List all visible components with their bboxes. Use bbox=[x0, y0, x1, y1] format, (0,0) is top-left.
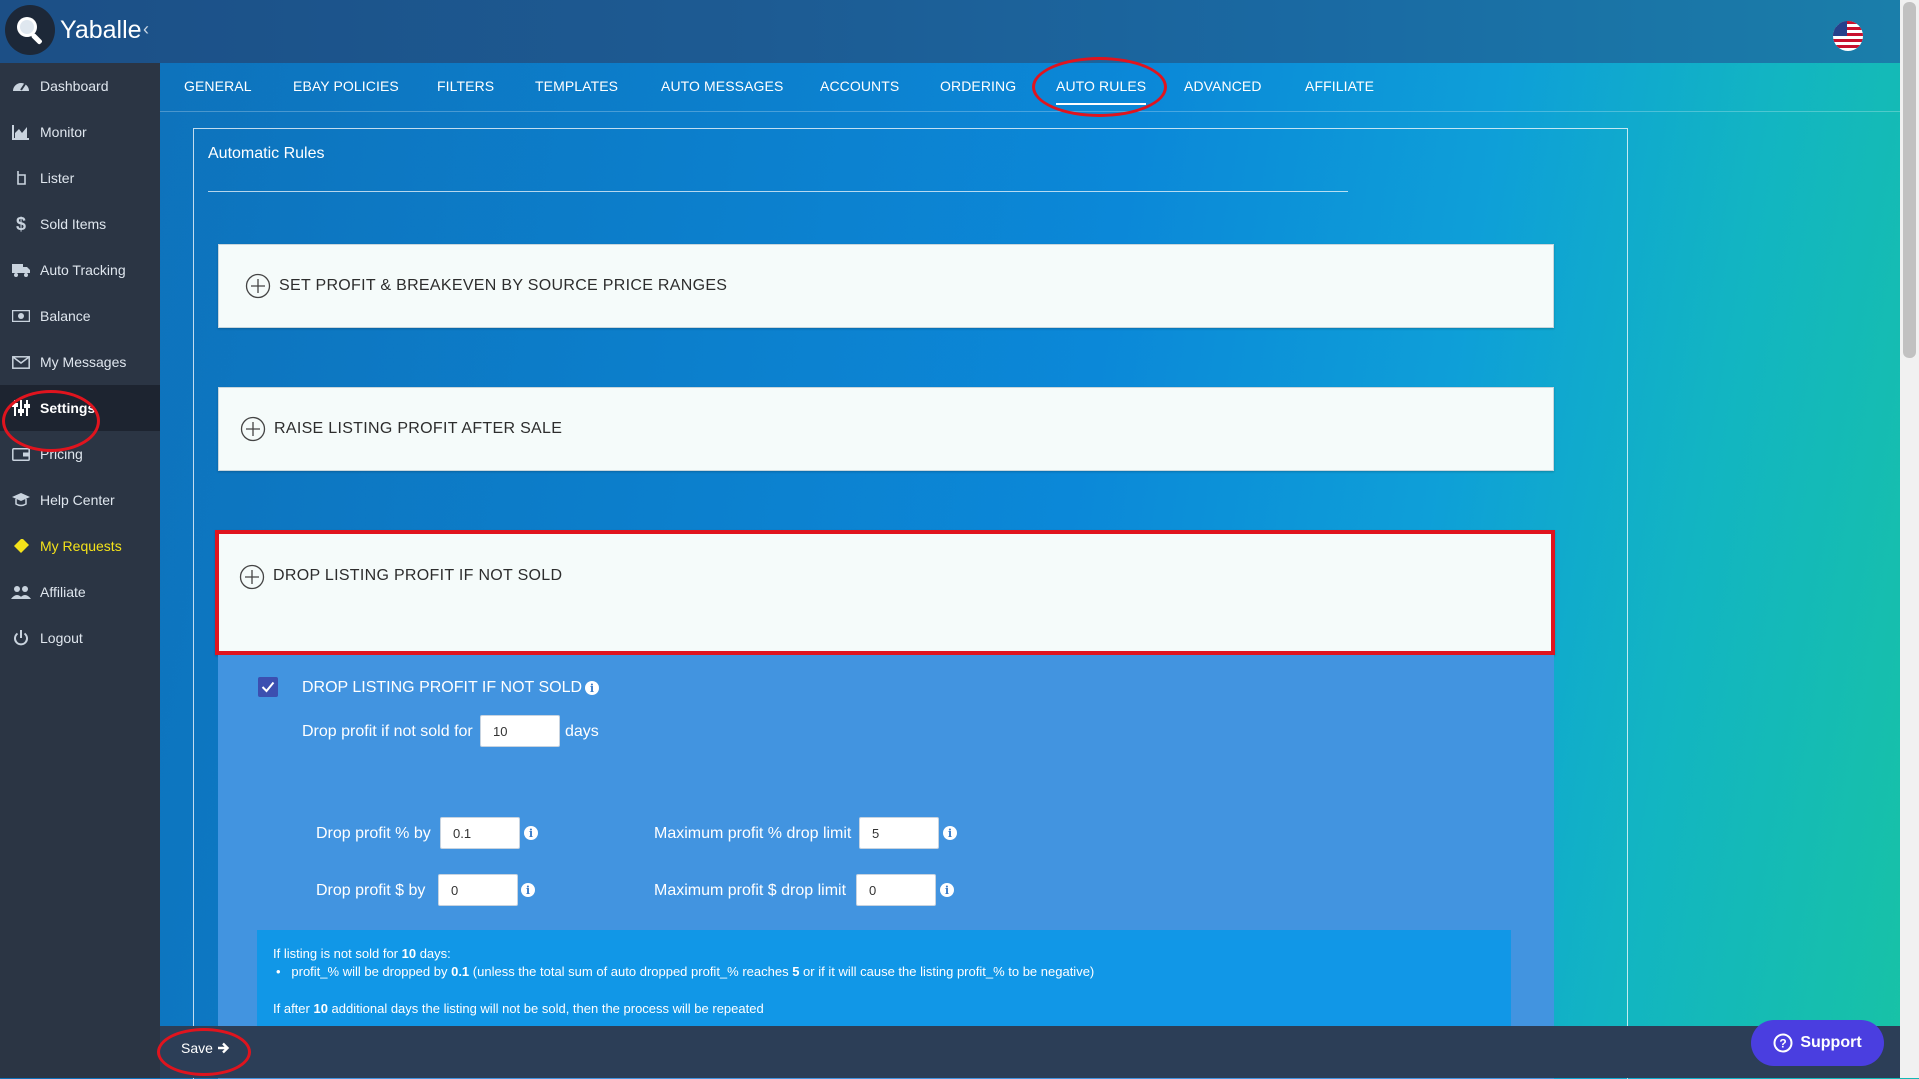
panel-title-underline bbox=[208, 191, 1348, 192]
tab-templates[interactable]: TEMPLATES bbox=[535, 78, 618, 94]
plus-circle-icon bbox=[240, 416, 266, 442]
max-pct-label: Maximum profit % drop limit bbox=[654, 825, 852, 842]
accordion-label: DROP LISTING PROFIT IF NOT SOLD bbox=[273, 567, 563, 584]
plus-circle-icon bbox=[245, 273, 271, 299]
plus-circle-icon bbox=[239, 564, 265, 590]
bottom-action-bar: Save bbox=[160, 1026, 1900, 1078]
sidebar-item-label: Monitor bbox=[40, 124, 87, 140]
wallet-icon bbox=[11, 447, 31, 461]
envelope-icon bbox=[11, 355, 31, 369]
svg-text:?: ? bbox=[1780, 1037, 1787, 1051]
drop-pct-label: Drop profit % by bbox=[316, 825, 431, 842]
days-input[interactable] bbox=[480, 715, 560, 747]
sidebar-item-label: Dashboard bbox=[40, 78, 109, 94]
info-icon[interactable]: i bbox=[940, 883, 954, 897]
tab-auto-messages[interactable]: AUTO MESSAGES bbox=[661, 78, 783, 94]
sidebar-item-label: Lister bbox=[40, 170, 75, 186]
sidebar-item-my-messages[interactable]: My Messages bbox=[0, 339, 160, 385]
sidebar-item-label: Sold Items bbox=[40, 216, 107, 232]
us-flag-icon[interactable] bbox=[1833, 21, 1863, 51]
max-usd-input[interactable] bbox=[856, 874, 936, 906]
sidebar-item-affiliate[interactable]: Affiliate bbox=[0, 569, 160, 615]
collapse-sidebar-icon[interactable]: ‹ bbox=[143, 19, 149, 40]
hand-pointer-icon bbox=[11, 170, 31, 186]
sidebar-item-my-requests[interactable]: My Requests bbox=[0, 523, 160, 569]
sidebar: Dashboard Monitor Lister $ Sold Items Au… bbox=[0, 63, 160, 1078]
sidebar-item-dashboard[interactable]: Dashboard bbox=[0, 63, 160, 109]
users-icon bbox=[11, 585, 31, 599]
accordion-drop-profit[interactable]: DROP LISTING PROFIT IF NOT SOLD bbox=[215, 530, 1555, 655]
tab-accounts[interactable]: ACCOUNTS bbox=[820, 78, 899, 94]
dollar-icon: $ bbox=[15, 213, 26, 234]
tab-ebay-policies[interactable]: EBAY POLICIES bbox=[293, 78, 399, 94]
tab-advanced[interactable]: ADVANCED bbox=[1184, 78, 1262, 94]
sidebar-item-help-center[interactable]: Help Center bbox=[0, 477, 160, 523]
page-scrollbar[interactable] bbox=[1900, 0, 1919, 1078]
tab-filters[interactable]: FILTERS bbox=[437, 78, 494, 94]
logo-icon bbox=[5, 5, 55, 55]
max-pct-input[interactable] bbox=[859, 817, 939, 849]
info-icon[interactable]: i bbox=[943, 826, 957, 840]
sidebar-item-balance[interactable]: Balance bbox=[0, 293, 160, 339]
info-icon[interactable]: i bbox=[521, 883, 535, 897]
support-label: Support bbox=[1800, 1034, 1862, 1051]
panel-title: Automatic Rules bbox=[208, 145, 325, 162]
brand-name: Yaballe bbox=[60, 16, 142, 44]
summary-line-3: If after 10 additional days the listing … bbox=[273, 1001, 764, 1016]
rule-summary: If listing is not sold for 10 days: • pr… bbox=[257, 930, 1511, 1040]
accordion-label: RAISE LISTING PROFIT AFTER SALE bbox=[274, 420, 563, 437]
drop-profit-enable-label: DROP LISTING PROFIT IF NOT SOLD bbox=[302, 679, 583, 696]
sidebar-item-monitor[interactable]: Monitor bbox=[0, 109, 160, 155]
drop-profit-checkbox[interactable] bbox=[258, 677, 278, 697]
accordion-raise-profit[interactable]: RAISE LISTING PROFIT AFTER SALE bbox=[218, 387, 1554, 471]
tab-ordering[interactable]: ORDERING bbox=[940, 78, 1016, 94]
graduation-cap-icon bbox=[11, 493, 31, 507]
power-icon bbox=[11, 630, 31, 646]
sidebar-item-label: Affiliate bbox=[40, 584, 86, 600]
summary-line-1: If listing is not sold for 10 days: bbox=[273, 946, 451, 961]
money-icon bbox=[11, 310, 31, 322]
accordion-label: SET PROFIT & BREAKEVEN BY SOURCE PRICE R… bbox=[279, 277, 728, 294]
summary-bullet: • profit_% will be dropped by 0.1 (unles… bbox=[276, 964, 1095, 979]
annotation-ring-auto-rules bbox=[1032, 57, 1167, 117]
max-usd-label: Maximum profit $ drop limit bbox=[654, 882, 847, 899]
days-prefix-label: Drop profit if not sold for bbox=[302, 723, 473, 740]
sidebar-item-label: My Messages bbox=[40, 354, 127, 370]
info-icon[interactable]: i bbox=[524, 826, 538, 840]
check-icon bbox=[261, 681, 275, 693]
area-chart-icon bbox=[11, 124, 31, 140]
sidebar-item-label: My Requests bbox=[40, 538, 122, 554]
truck-icon bbox=[11, 263, 31, 277]
sidebar-item-label: Help Center bbox=[40, 492, 115, 508]
accordion-profit-breakeven[interactable]: SET PROFIT & BREAKEVEN BY SOURCE PRICE R… bbox=[218, 244, 1554, 328]
annotation-ring-save bbox=[157, 1028, 251, 1076]
gauge-icon bbox=[11, 78, 31, 94]
sidebar-item-sold-items[interactable]: $ Sold Items bbox=[0, 201, 160, 247]
sidebar-item-label: Auto Tracking bbox=[40, 262, 126, 278]
settings-tabs: GENERAL EBAY POLICIES FILTERS TEMPLATES … bbox=[160, 63, 1900, 111]
sidebar-item-label: Logout bbox=[40, 630, 83, 646]
tabs-divider bbox=[160, 111, 1900, 112]
sidebar-item-label: Balance bbox=[40, 308, 91, 324]
info-icon[interactable]: i bbox=[585, 681, 599, 695]
question-circle-icon: ? bbox=[1773, 1033, 1793, 1053]
tab-general[interactable]: GENERAL bbox=[184, 78, 252, 94]
drop-pct-input[interactable] bbox=[440, 817, 520, 849]
tab-affiliate[interactable]: AFFILIATE bbox=[1305, 78, 1374, 94]
sidebar-item-lister[interactable]: Lister bbox=[0, 155, 160, 201]
top-bar: Yaballe ‹ bbox=[0, 0, 1900, 63]
days-suffix-label: days bbox=[565, 723, 599, 740]
scrollbar-thumb[interactable] bbox=[1903, 2, 1916, 358]
support-button[interactable]: ? Support bbox=[1751, 1020, 1884, 1066]
sidebar-item-logout[interactable]: Logout bbox=[0, 615, 160, 661]
annotation-ring-settings bbox=[2, 390, 100, 452]
drop-usd-label: Drop profit $ by bbox=[316, 882, 426, 899]
ticket-icon bbox=[11, 539, 31, 553]
sidebar-item-auto-tracking[interactable]: Auto Tracking bbox=[0, 247, 160, 293]
drop-usd-input[interactable] bbox=[438, 874, 518, 906]
